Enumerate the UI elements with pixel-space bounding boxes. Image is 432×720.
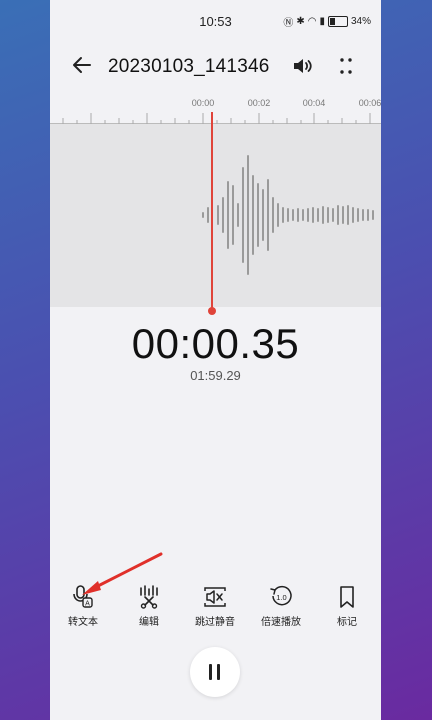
tool-label: 跳过静音 [195, 617, 235, 628]
wifi-icon: ◠ [307, 16, 317, 27]
status-bar: 10:53 Ⓝ ✱ ◠ ▮ 34% [50, 0, 381, 40]
pause-icon [217, 664, 220, 680]
signal-icon: ▮ [319, 16, 325, 27]
mic-text-icon: A [73, 585, 93, 608]
tool-bar: A 转文本 编辑 跳过静音 1.0 倍速播放 标记 [50, 585, 381, 635]
mark-button[interactable]: 标记 [314, 585, 380, 628]
speed-icon: 1.0 [270, 585, 292, 606]
recording-title: 20230103_141346 [108, 56, 270, 77]
timeline-tick: 00:06 [358, 98, 381, 108]
tool-label: 标记 [337, 617, 357, 628]
playback-speed-button[interactable]: 1.0 倍速播放 [248, 585, 314, 628]
tool-label: 倍速播放 [261, 617, 301, 628]
phone-screen: 10:53 Ⓝ ✱ ◠ ▮ 34% 20230103_141346 00:00 … [50, 0, 381, 720]
more-icon[interactable] [334, 54, 358, 78]
status-icons: Ⓝ ✱ ◠ ▮ 34% [283, 14, 371, 29]
bookmark-icon [340, 586, 354, 608]
pause-button[interactable] [190, 647, 240, 697]
skip-mute-icon [204, 587, 226, 607]
back-arrow-icon[interactable] [70, 53, 94, 77]
svg-text:A: A [85, 601, 90, 608]
app-bar: 20230103_141346 [50, 45, 381, 89]
total-duration: 01:59.29 [190, 368, 241, 383]
waveform [202, 155, 374, 275]
speaker-icon[interactable] [290, 54, 314, 78]
timeline-tick: 00:04 [302, 98, 326, 108]
timeline-tick: 00:02 [247, 98, 271, 108]
edit-button[interactable]: 编辑 [116, 585, 182, 628]
nfc-icon: Ⓝ [283, 18, 294, 29]
scissors-wave-icon [140, 585, 158, 609]
pause-icon [209, 664, 212, 680]
battery-percent: 34% [350, 16, 371, 27]
speed-badge: 1.0 [276, 593, 286, 602]
playhead[interactable] [211, 112, 213, 310]
waveform-area[interactable] [50, 124, 381, 307]
skip-silence-button[interactable]: 跳过静音 [182, 585, 248, 628]
timeline-tick: 00:00 [191, 98, 215, 108]
tool-label: 编辑 [139, 617, 159, 628]
elapsed-time: 00:00.35 [131, 320, 300, 367]
battery-icon [327, 16, 348, 27]
playhead-handle[interactable] [208, 307, 216, 315]
time-ruler [50, 113, 381, 124]
tool-label: 转文本 [68, 617, 98, 628]
bluetooth-icon: ✱ [296, 16, 305, 27]
convert-to-text-button[interactable]: A 转文本 [50, 585, 116, 628]
